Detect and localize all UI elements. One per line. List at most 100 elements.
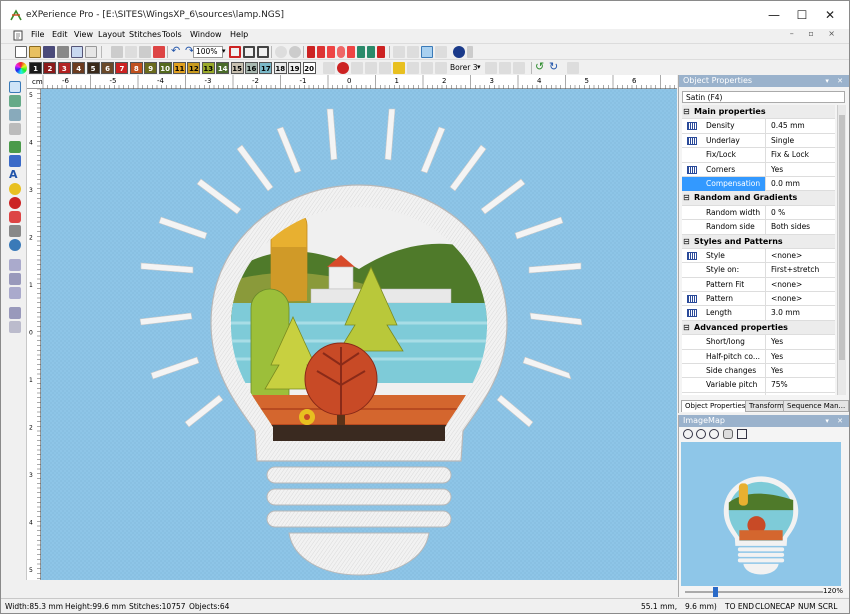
paste-icon[interactable] bbox=[139, 46, 151, 58]
menu-window[interactable]: Window bbox=[190, 30, 222, 39]
color-swatch[interactable]: 5 bbox=[86, 62, 100, 74]
prev-object-icon[interactable] bbox=[317, 46, 325, 58]
info-icon[interactable] bbox=[453, 46, 465, 58]
property-row[interactable]: Pattern Fit <none> bbox=[682, 277, 835, 293]
cut-icon[interactable] bbox=[111, 46, 123, 58]
property-row[interactable]: Density 0.45 mm bbox=[682, 119, 835, 134]
tab-transform[interactable]: Transform bbox=[745, 400, 788, 412]
last-stitch-icon[interactable] bbox=[377, 46, 385, 58]
property-value[interactable]: First+stretch bbox=[767, 263, 835, 277]
zoom-out-icon[interactable] bbox=[696, 429, 706, 439]
pan-hand-icon[interactable] bbox=[723, 429, 733, 439]
save-icon[interactable] bbox=[43, 46, 55, 58]
panel-controls[interactable]: ▾ ✕ bbox=[825, 75, 846, 87]
color-swatch[interactable]: 12 bbox=[187, 62, 201, 74]
color-swatch[interactable]: 18 bbox=[273, 62, 287, 74]
property-row[interactable]: Style on: First+stretch bbox=[682, 263, 835, 278]
bulb-band-1[interactable] bbox=[266, 466, 452, 484]
zoom-all-icon[interactable] bbox=[243, 46, 255, 58]
reshape-icon[interactable] bbox=[421, 46, 433, 58]
prev-stitch-icon[interactable] bbox=[327, 46, 335, 58]
color-swatch[interactable]: 9 bbox=[144, 62, 158, 74]
color-swatch[interactable]: 14 bbox=[216, 62, 230, 74]
node-edit-icon[interactable] bbox=[407, 46, 419, 58]
color-swatch[interactable]: 11 bbox=[173, 62, 186, 74]
text-tool-icon[interactable] bbox=[421, 62, 433, 74]
minimize-button[interactable]: — bbox=[759, 1, 789, 29]
color-swatch[interactable]: 2 bbox=[43, 62, 57, 74]
run-stitch-icon[interactable] bbox=[9, 155, 21, 167]
property-value[interactable]: Single bbox=[767, 134, 835, 148]
menu-help[interactable]: Help bbox=[230, 30, 248, 39]
color-swatch[interactable]: 1 bbox=[29, 62, 42, 74]
color-swatch[interactable]: 19 bbox=[288, 62, 302, 74]
property-section-header[interactable]: Styles and Patterns bbox=[682, 234, 835, 249]
color-swatch[interactable]: 13 bbox=[201, 62, 215, 74]
tab-object-properties[interactable]: Object Properties bbox=[681, 400, 750, 412]
property-row[interactable]: Random side Both sides bbox=[682, 220, 835, 235]
property-grid-scrollbar[interactable] bbox=[837, 105, 846, 395]
trim-tool-icon[interactable] bbox=[9, 211, 21, 223]
zoom-slider-thumb[interactable] bbox=[712, 587, 718, 597]
maximize-button[interactable]: ☐ bbox=[787, 1, 817, 29]
satin-tool-icon[interactable] bbox=[9, 259, 21, 271]
property-value[interactable]: <none> bbox=[767, 278, 835, 292]
needle-icon[interactable] bbox=[407, 62, 419, 74]
properties-icon[interactable] bbox=[85, 46, 97, 58]
property-row[interactable]: Fix/Lock Fix & Lock bbox=[682, 148, 835, 163]
property-row[interactable]: Side changes Yes bbox=[682, 364, 835, 379]
property-row[interactable]: Short/long Yes bbox=[682, 335, 835, 350]
delete-icon[interactable] bbox=[153, 46, 165, 58]
image-map-controls[interactable]: ▾ ✕ bbox=[825, 415, 846, 427]
menu-tools[interactable]: Tools bbox=[162, 30, 182, 39]
freehand-icon[interactable] bbox=[9, 109, 21, 121]
zoom-slider-track[interactable] bbox=[685, 591, 823, 593]
knife-tool-icon[interactable] bbox=[9, 123, 21, 135]
property-value[interactable]: Yes bbox=[767, 393, 835, 396]
property-value[interactable]: <none> bbox=[767, 292, 835, 306]
fit-view-icon[interactable] bbox=[737, 429, 747, 439]
property-section-header[interactable]: Random and Gradients bbox=[682, 191, 835, 206]
rotate-right-icon[interactable]: ↻ bbox=[549, 61, 561, 74]
borer-select[interactable]: Borer 3 bbox=[450, 63, 478, 72]
menu-file[interactable]: File bbox=[31, 30, 44, 39]
menu-view[interactable]: View bbox=[74, 30, 93, 39]
pattern-tool-icon[interactable] bbox=[9, 287, 21, 299]
color-swatch[interactable]: 4 bbox=[72, 62, 86, 74]
appliqué-icon[interactable] bbox=[513, 62, 525, 74]
menu-layout[interactable]: Layout bbox=[98, 30, 125, 39]
bulb-band-2[interactable] bbox=[266, 488, 452, 506]
zoom-dropdown-icon[interactable]: ▾ bbox=[222, 47, 226, 55]
property-value[interactable]: 3.0 mm bbox=[767, 306, 835, 320]
star-icon[interactable] bbox=[393, 62, 405, 74]
color-swatch[interactable]: 10 bbox=[158, 62, 172, 74]
fill-tool-icon[interactable] bbox=[9, 273, 21, 285]
tab-sequence-manager[interactable]: Sequence Man... bbox=[783, 400, 849, 412]
property-value[interactable]: Yes bbox=[767, 163, 835, 177]
property-row[interactable]: Compensation 0.0 mm bbox=[682, 176, 835, 192]
color-swatch[interactable]: 17 bbox=[259, 62, 273, 74]
property-value[interactable]: 0 % bbox=[767, 206, 835, 220]
property-section-header[interactable]: Advanced properties bbox=[682, 320, 835, 336]
property-row[interactable]: Variable pitch 75% bbox=[682, 378, 835, 393]
close-button[interactable]: ✕ bbox=[815, 1, 845, 29]
property-value[interactable]: 75% bbox=[767, 378, 835, 392]
sequin-icon[interactable] bbox=[485, 62, 497, 74]
print-icon[interactable] bbox=[57, 46, 69, 58]
menu-stitches[interactable]: Stitches bbox=[129, 30, 161, 39]
property-row[interactable]: Corners Yes bbox=[682, 162, 835, 177]
design-canvas[interactable] bbox=[41, 89, 677, 580]
manual-stitch-icon[interactable] bbox=[9, 141, 21, 153]
property-value[interactable]: <none> bbox=[767, 249, 835, 263]
select-tool-icon[interactable] bbox=[435, 46, 447, 58]
color-palette-icon[interactable] bbox=[15, 62, 27, 74]
lock-icon[interactable] bbox=[365, 62, 377, 74]
zigzag-tool-icon[interactable] bbox=[9, 307, 21, 319]
rotate-left-icon[interactable]: ↺ bbox=[535, 61, 547, 74]
scissors-icon[interactable] bbox=[323, 62, 335, 74]
property-value[interactable]: Yes bbox=[767, 335, 835, 349]
select-arrow-icon[interactable] bbox=[9, 81, 21, 93]
object-type-select[interactable]: Satin (F4) bbox=[682, 91, 845, 103]
scale-icon[interactable] bbox=[435, 62, 447, 74]
color-swatch[interactable]: 3 bbox=[57, 62, 71, 74]
